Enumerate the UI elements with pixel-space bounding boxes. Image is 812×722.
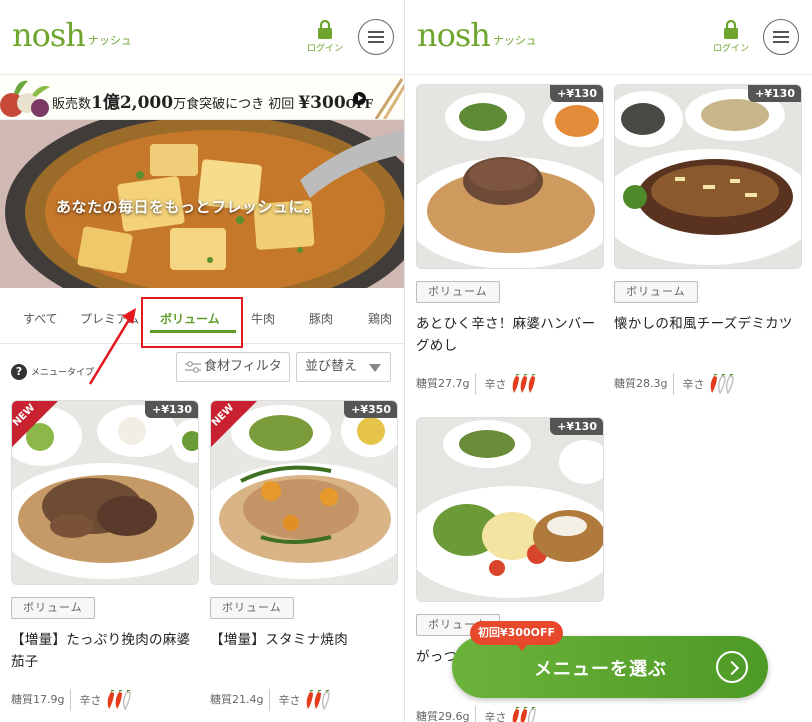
chili-pepper-icon: [711, 374, 735, 394]
filter-bar: ? メニュータイプ 食材フィルタ 並び替え: [0, 344, 404, 396]
menu-card[interactable]: +¥130 ボリューム 懐かしの和風チーズデミカツ 糖質28.3g 辛さ: [614, 84, 802, 395]
spice-label: 辛さ: [484, 711, 507, 722]
sliders-icon: [185, 360, 201, 373]
chevron-right-icon: [716, 651, 748, 683]
menu-type-label[interactable]: メニュータイプ: [31, 365, 94, 378]
sort-label: 並び替え: [305, 359, 358, 374]
annotation-highlight-box: [141, 297, 243, 348]
rice-plate-photo: [417, 418, 603, 601]
login-label: ログイン: [306, 44, 343, 54]
spice-label: 辛さ: [79, 694, 102, 707]
cheese-demi-katsu-photo: [615, 85, 801, 268]
choose-menu-label: メニューを選ぶ: [534, 659, 667, 680]
price-badge: +¥130: [145, 401, 198, 418]
menu-card-image: +¥130: [416, 417, 604, 602]
menu-card-image: +¥130: [614, 84, 802, 269]
tab-pork[interactable]: 豚肉: [309, 310, 333, 327]
campaign-banner[interactable]: 販売数1億2,000万食突破につき 初回 ¥300OFF: [0, 75, 404, 120]
spice-label: 辛さ: [484, 378, 507, 391]
logo-wordmark: nosh: [12, 16, 86, 54]
hamburger-menu-button[interactable]: [763, 19, 799, 55]
chevron-down-icon: [369, 364, 381, 372]
sort-select[interactable]: 並び替え: [296, 352, 391, 382]
menu-card[interactable]: NEW +¥350 ボリューム 【増量】スタミナ焼肉 糖質21.4g 辛さ: [210, 400, 398, 711]
tab-all[interactable]: すべて: [23, 310, 58, 327]
vegetables-illustration: [0, 80, 50, 117]
spice-label: 辛さ: [682, 378, 705, 391]
tab-premium[interactable]: プレミアム: [80, 310, 139, 327]
sugar-content: 糖質27.7g: [416, 373, 477, 395]
logo-katakana: ナッシュ: [492, 34, 537, 47]
menu-card-image: NEW +¥350: [210, 400, 398, 585]
spice-level: 辛さ: [278, 690, 334, 710]
spice-label: 辛さ: [278, 694, 301, 707]
category-chip: ボリューム: [210, 597, 294, 619]
sugar-content: 糖質29.6g: [416, 706, 477, 722]
hero-tagline: あなたの毎日をもっとフレッシュに。: [56, 198, 320, 216]
chopsticks-illustration: [374, 78, 404, 119]
chili-pepper-icon: [108, 690, 132, 710]
menu-card[interactable]: +¥130 ボリューム あとひく辛さ！麻婆ハンバーグめし 糖質27.7g 辛さ: [416, 84, 604, 395]
category-chip: ボリューム: [416, 281, 500, 303]
menu-meta: 糖質21.4g 辛さ: [210, 689, 398, 711]
spice-level: 辛さ: [682, 374, 738, 394]
price-badge: +¥130: [550, 85, 603, 102]
category-chip: ボリューム: [11, 597, 95, 619]
play-icon: [353, 92, 366, 105]
login-label: ログイン: [712, 44, 749, 54]
login-button[interactable]: ログイン: [303, 20, 347, 54]
help-icon[interactable]: ?: [11, 364, 27, 380]
menu-card-image: +¥130: [416, 84, 604, 269]
mapo-hamburg-photo: [417, 85, 603, 268]
chili-pepper-icon: [307, 690, 331, 710]
menu-meta: 糖質29.6g 辛さ: [416, 706, 604, 722]
discount-badge: 初回¥300OFF: [470, 621, 563, 651]
menu-name: 【増量】スタミナ焼肉: [210, 632, 348, 648]
login-button[interactable]: ログイン: [709, 20, 753, 54]
hero-image: あなたの毎日をもっとフレッシュに。: [0, 120, 404, 288]
ingredient-filter-button[interactable]: 食材フィルタ: [176, 352, 290, 382]
menu-name: 懐かしの和風チーズデミカツ: [614, 316, 793, 332]
logo-wordmark: nosh: [417, 16, 491, 54]
header: nosh ナッシュ ログイン: [405, 0, 812, 75]
chili-pepper-icon: [513, 374, 536, 393]
chili-pepper-icon: [513, 707, 537, 722]
sugar-content: 糖質28.3g: [614, 373, 675, 395]
spice-level: 辛さ: [79, 690, 135, 710]
new-badge: NEW: [12, 401, 58, 447]
tab-beef[interactable]: 牛肉: [251, 310, 275, 327]
menu-card-image: NEW +¥130: [11, 400, 199, 585]
menu-card[interactable]: NEW +¥130 ボリューム 【増量】たっぷり挽肉の麻婆茄子 糖質17.9g …: [11, 400, 199, 711]
ingredient-filter-label: 食材フィルタ: [204, 359, 282, 374]
sugar-content: 糖質21.4g: [210, 689, 271, 711]
banner-text: 販売数1億2,000万食突破につき 初回 ¥300OFF: [52, 93, 373, 113]
menu-name: 【増量】たっぷり挽肉の麻婆茄子: [11, 632, 191, 670]
menu-meta: 糖質17.9g 辛さ: [11, 689, 199, 711]
menu-name: あとひく辛さ！麻婆ハンバーグめし: [416, 316, 596, 354]
choose-menu-button[interactable]: メニューを選ぶ: [452, 636, 768, 698]
logo[interactable]: nosh ナッシュ: [417, 18, 537, 52]
logo-katakana: ナッシュ: [87, 34, 132, 47]
screenshot-root: nosh ナッシュ ログイン 販売数1億2,000万食突破につき 初回 ¥300…: [0, 0, 812, 722]
tab-chicken[interactable]: 鶏肉: [368, 310, 392, 327]
left-pane: nosh ナッシュ ログイン 販売数1億2,000万食突破につき 初回 ¥300…: [0, 0, 405, 722]
header: nosh ナッシュ ログイン: [0, 0, 404, 75]
price-badge: +¥350: [344, 401, 397, 418]
menu-meta: 糖質27.7g 辛さ: [416, 373, 604, 395]
price-badge: +¥130: [550, 418, 603, 435]
right-pane: nosh ナッシュ ログイン +¥130 ボリューム あとひく辛さ！麻婆ハンバー…: [405, 0, 812, 722]
lock-icon: [724, 20, 738, 39]
lock-icon: [318, 20, 332, 39]
sugar-content: 糖質17.9g: [11, 689, 72, 711]
price-badge: +¥130: [748, 85, 801, 102]
spice-level: 辛さ: [484, 374, 540, 394]
hamburger-menu-button[interactable]: [358, 19, 394, 55]
spice-level: 辛さ: [484, 707, 540, 722]
new-badge: NEW: [211, 401, 257, 447]
menu-meta: 糖質28.3g 辛さ: [614, 373, 802, 395]
category-chip: ボリューム: [614, 281, 698, 303]
logo[interactable]: nosh ナッシュ: [12, 18, 132, 52]
